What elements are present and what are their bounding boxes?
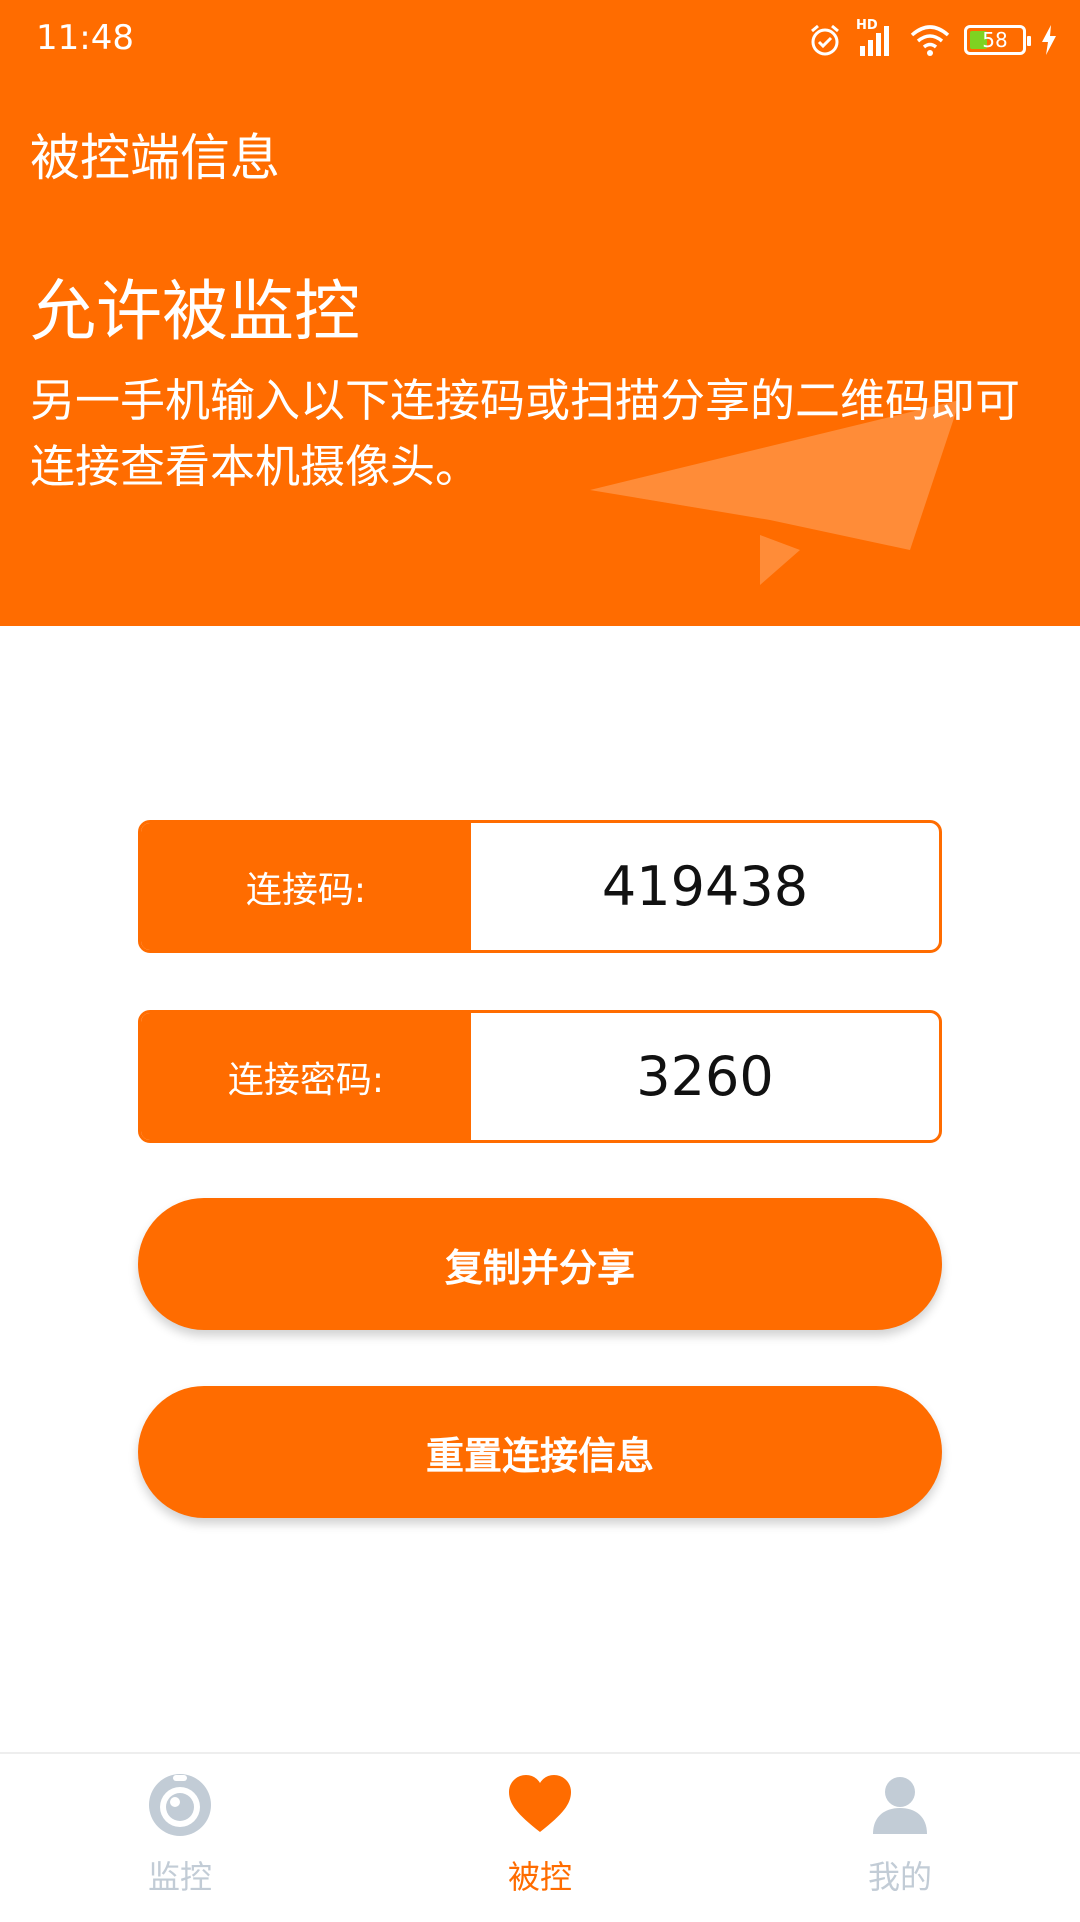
alarm-icon <box>811 24 839 56</box>
connection-code-value: 419438 <box>601 855 809 918</box>
status-icons: HD 58 <box>808 18 1058 62</box>
battery-icon: 58 <box>964 25 1031 55</box>
connection-code-label: 连接码: <box>141 823 471 950</box>
connection-code-row: 连接码: 419438 <box>138 820 942 953</box>
signal-icon: HD <box>856 18 896 58</box>
page-title: 被控端信息 <box>30 129 280 187</box>
reset-connection-button[interactable]: 重置连接信息 <box>138 1386 942 1518</box>
status-time: 11:48 <box>36 18 134 58</box>
wifi-icon <box>910 25 950 56</box>
copy-share-button[interactable]: 复制并分享 <box>138 1198 942 1330</box>
user-icon <box>873 1777 927 1834</box>
nav-item-mine[interactable]: 我的 <box>720 1754 1080 1922</box>
connection-password-row: 连接密码: 3260 <box>138 1010 942 1143</box>
charging-icon <box>1042 25 1056 55</box>
battery-level: 58 <box>982 28 1008 52</box>
nav-label-controlled: 被控 <box>507 1858 572 1896</box>
camera-icon <box>149 1774 211 1836</box>
bottom-nav: 监控 被控 我的 <box>0 1752 1080 1922</box>
connection-password-label: 连接密码: <box>141 1013 471 1140</box>
paper-plane-icon <box>590 400 960 585</box>
nav-item-controlled[interactable]: 被控 <box>360 1754 720 1922</box>
nav-item-monitor[interactable]: 监控 <box>0 1754 360 1922</box>
heart-icon <box>509 1775 571 1832</box>
connection-password-value: 3260 <box>636 1045 774 1108</box>
status-bar: 11:48 HD 58 <box>0 0 1080 80</box>
header-heading: 允许被监控 <box>30 273 360 350</box>
header: 11:48 HD 58 被控端信息 允许被监控 另一手机输入以下连接码或扫描分享… <box>0 0 1080 626</box>
nav-label-mine: 我的 <box>867 1858 932 1896</box>
nav-label-monitor: 监控 <box>147 1858 212 1896</box>
